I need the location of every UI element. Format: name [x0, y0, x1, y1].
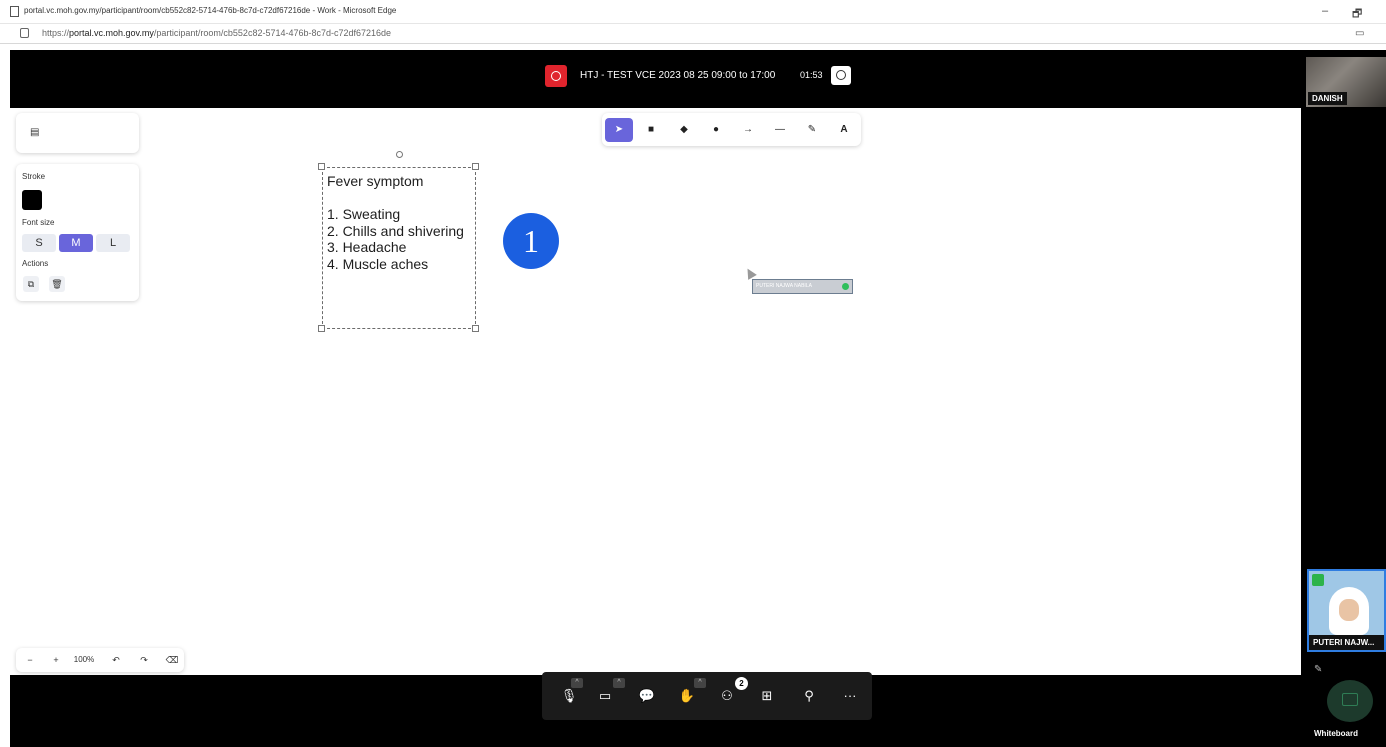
participants-icon[interactable]: ⚇ [716, 686, 738, 706]
url-host: portal.vc.moh.gov.my [69, 28, 154, 38]
rectangle-tool-icon[interactable]: ■ [637, 118, 665, 142]
font-size-medium-button[interactable]: M [59, 234, 93, 252]
resize-handle-nw[interactable] [318, 163, 325, 170]
call-controls: 🎙 ^ ▭ ^ 💬 ✋ ^ ⚇ ⊞ ⚲ ··· [542, 672, 872, 720]
online-status-dot [842, 283, 849, 290]
participants-count-badge: 2 [735, 677, 748, 690]
window-title: portal.vc.moh.gov.my/participant/room/cb… [24, 6, 397, 15]
chevron-up-icon[interactable]: ^ [613, 678, 625, 688]
participant-name: DANISH [1308, 92, 1347, 105]
url-scheme: https:// [42, 28, 70, 38]
duplicate-icon[interactable]: ⧉ [23, 276, 39, 292]
grid-view-icon[interactable]: ⊞ [756, 686, 778, 706]
undo-button[interactable]: ↶ [108, 652, 124, 668]
reader-view-icon[interactable]: ▭ [1355, 28, 1364, 39]
delete-icon[interactable]: 🗑 [49, 276, 65, 292]
zoom-level[interactable]: 100% [70, 652, 98, 668]
ellipse-tool-icon[interactable]: ● [702, 118, 730, 142]
invite-icon[interactable]: ⚲ [798, 686, 820, 706]
address-bar[interactable]: https://portal.vc.moh.gov.my/participant… [0, 24, 1386, 44]
zoom-in-button[interactable]: + [48, 652, 64, 668]
zoom-panel [16, 648, 184, 672]
menu-icon[interactable]: ▤ [30, 127, 42, 139]
microphone-icon[interactable]: 🎙 [558, 686, 580, 706]
whiteboard-button[interactable] [1327, 680, 1373, 722]
record-icon[interactable] [545, 65, 567, 87]
font-size-label: Font size [22, 218, 55, 227]
meeting-timer: 01:53 [800, 70, 823, 80]
select-tool-icon[interactable]: ➤ [605, 118, 633, 142]
meeting-title: HTJ - TEST VCE 2023 08 25 09:00 to 17:00 [580, 70, 776, 81]
lock-icon[interactable] [20, 28, 29, 38]
line-tool-icon[interactable]: — [766, 118, 794, 142]
restore-button[interactable]: 🗗 [1352, 5, 1362, 24]
zoom-out-button[interactable]: − [22, 652, 38, 668]
whiteboard-label: Whiteboard [1314, 729, 1358, 738]
step-number-badge: 1 [503, 213, 559, 269]
resize-handle-sw[interactable] [318, 325, 325, 332]
chat-icon[interactable]: 💬 [636, 686, 658, 706]
url-text[interactable]: https://portal.vc.moh.gov.my/participant… [42, 28, 391, 38]
camera-icon[interactable]: ▭ [594, 686, 616, 706]
collaborator-cursor-icon [743, 266, 757, 280]
font-size-large-button[interactable]: L [96, 234, 130, 252]
resize-handle-ne[interactable] [472, 163, 479, 170]
redo-button[interactable]: ↷ [136, 652, 152, 668]
participant-tile-puteri[interactable]: PUTERI NAJW... [1307, 569, 1386, 652]
participant-name: PUTERI NAJW... [1309, 635, 1384, 650]
more-icon[interactable]: ··· [839, 686, 861, 706]
browser-title-bar: portal.vc.moh.gov.my/participant/room/cb… [0, 0, 1386, 24]
pencil-tool-icon[interactable]: ✎ [798, 118, 826, 142]
stroke-label: Stroke [22, 172, 46, 181]
pin-icon[interactable]: ✎ [1314, 664, 1322, 675]
chevron-up-icon[interactable]: ^ [694, 678, 706, 688]
stroke-color-swatch[interactable] [22, 190, 42, 210]
minimize-button[interactable]: – [1322, 5, 1328, 17]
font-size-small-button[interactable]: S [22, 234, 56, 252]
arrow-tool-icon[interactable]: → [734, 118, 762, 142]
actions-label: Actions [22, 259, 49, 268]
raise-hand-icon[interactable]: ✋ [676, 686, 698, 706]
stopwatch-icon[interactable] [831, 66, 851, 85]
avatar-face [1339, 599, 1359, 621]
collaborator-name-tag: PUTERI NAJWA NABILA [752, 279, 853, 294]
page-icon [10, 6, 19, 17]
chevron-up-icon[interactable]: ^ [571, 678, 583, 688]
diamond-tool-icon[interactable]: ◆ [670, 118, 698, 142]
note-text[interactable]: Fever symptom 1. Sweating 2. Chills and … [327, 173, 464, 273]
resize-handle-se[interactable] [472, 325, 479, 332]
signal-icon [1312, 574, 1324, 586]
clear-canvas-icon[interactable]: ⌫ [164, 652, 180, 668]
participant-tile-danish[interactable]: DANISH [1306, 57, 1386, 107]
text-tool-icon[interactable]: A [830, 118, 858, 142]
rotation-handle[interactable] [396, 151, 403, 158]
url-path: /participant/room/cb552c82-5714-476b-8c7… [153, 28, 392, 38]
